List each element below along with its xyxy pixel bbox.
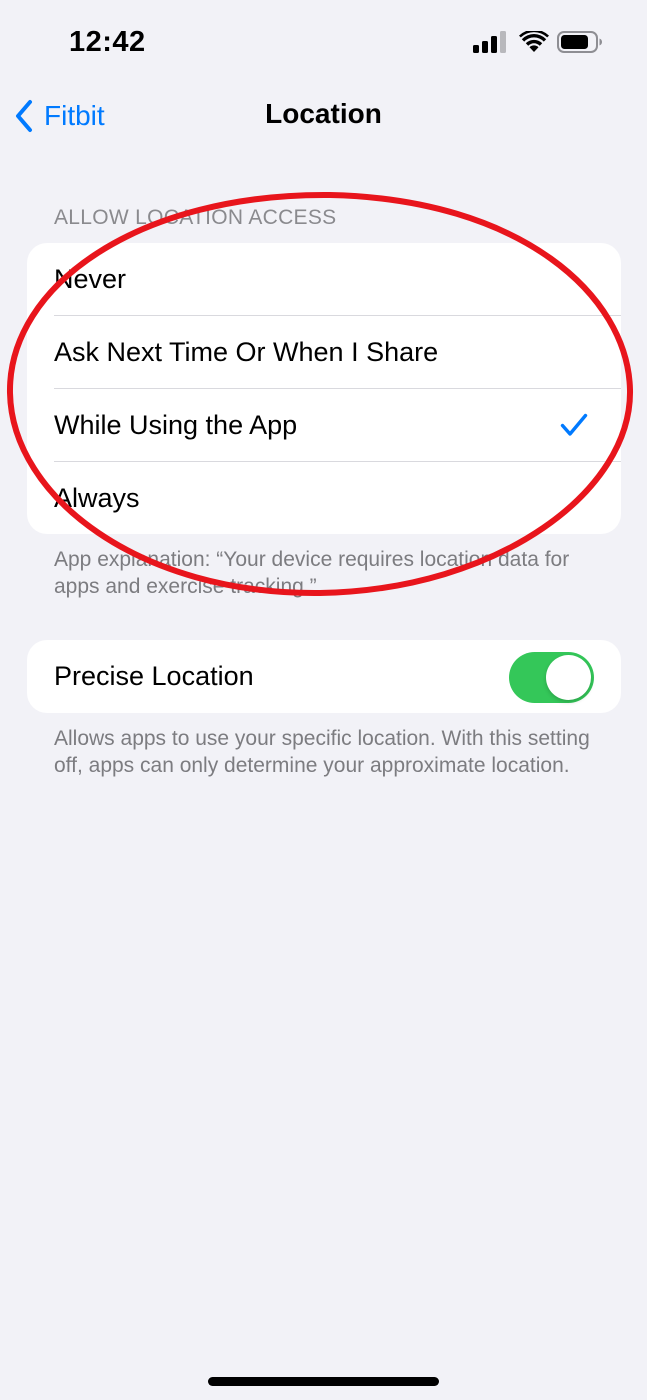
option-label: While Using the App bbox=[54, 410, 298, 440]
option-while-using-app[interactable]: While Using the App bbox=[27, 389, 621, 462]
status-time: 12:42 bbox=[69, 26, 146, 58]
precise-location-description: Allows apps to use your specific locatio… bbox=[54, 727, 590, 777]
navigation-bar: Fitbit Location bbox=[0, 88, 647, 144]
section-header-location-access: ALLOW LOCATION ACCESS bbox=[54, 206, 337, 229]
page-title: Location bbox=[265, 98, 382, 129]
app-explanation-text: App explanation: “Your device requires l… bbox=[54, 548, 570, 598]
toggle-knob bbox=[546, 655, 591, 700]
option-label: Never bbox=[54, 264, 127, 294]
option-label: Always bbox=[54, 483, 140, 513]
location-access-options: Never Ask Next Time Or When I Share Whil… bbox=[27, 243, 621, 534]
cellular-signal-icon bbox=[473, 31, 506, 53]
option-ask-next-time[interactable]: Ask Next Time Or When I Share bbox=[27, 316, 621, 389]
option-never[interactable]: Never bbox=[27, 243, 621, 316]
option-always[interactable]: Always bbox=[27, 462, 621, 534]
battery-icon bbox=[557, 31, 602, 53]
precise-location-toggle[interactable] bbox=[509, 652, 594, 703]
checkmark-icon bbox=[560, 413, 588, 436]
precise-location-label: Precise Location bbox=[54, 661, 254, 691]
home-indicator[interactable] bbox=[208, 1377, 439, 1386]
option-label: Ask Next Time Or When I Share bbox=[54, 337, 439, 367]
precise-location-row: Precise Location bbox=[27, 640, 621, 713]
precise-location-group: Precise Location bbox=[27, 640, 621, 713]
status-bar: 12:42 bbox=[0, 0, 647, 88]
wifi-icon bbox=[519, 31, 549, 52]
